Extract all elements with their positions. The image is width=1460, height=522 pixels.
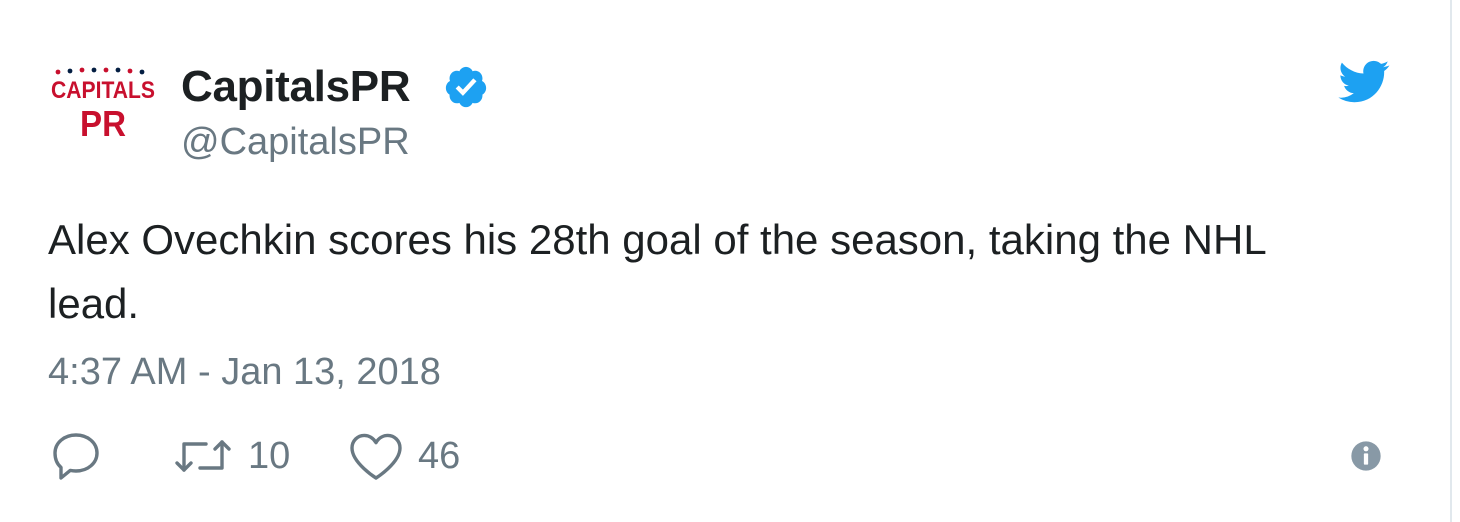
- like-button[interactable]: 46: [348, 428, 460, 484]
- avatar-top-text: CAPITALS: [51, 77, 155, 104]
- avatar[interactable]: CAPITALS PR: [48, 60, 158, 150]
- heart-icon: [350, 433, 402, 480]
- retweet-button[interactable]: 10: [172, 428, 290, 484]
- twitter-bird-icon[interactable]: [1338, 60, 1390, 104]
- tweet-text: Alex Ovechkin scores his 28th goal of th…: [48, 216, 1266, 327]
- avatar-stars: [55, 67, 145, 75]
- tweet-actions: 10 46: [48, 428, 1408, 484]
- author-name[interactable]: CapitalsPR: [181, 62, 411, 112]
- reply-icon: [53, 433, 99, 480]
- author-handle[interactable]: @CapitalsPR: [181, 121, 410, 164]
- info-icon[interactable]: [1350, 440, 1382, 472]
- reply-button[interactable]: [48, 428, 104, 484]
- like-count: 46: [418, 434, 461, 477]
- retweet-icon: [175, 440, 231, 472]
- retweet-count: 10: [248, 434, 291, 477]
- avatar-bottom-text: PR: [80, 103, 126, 144]
- embedded-tweet: CAPITALS PR CapitalsPR @CapitalsPR Alex …: [0, 0, 1452, 522]
- verified-badge-icon: [445, 66, 487, 108]
- tweet-timestamp[interactable]: 4:37 AM - Jan 13, 2018: [48, 351, 441, 394]
